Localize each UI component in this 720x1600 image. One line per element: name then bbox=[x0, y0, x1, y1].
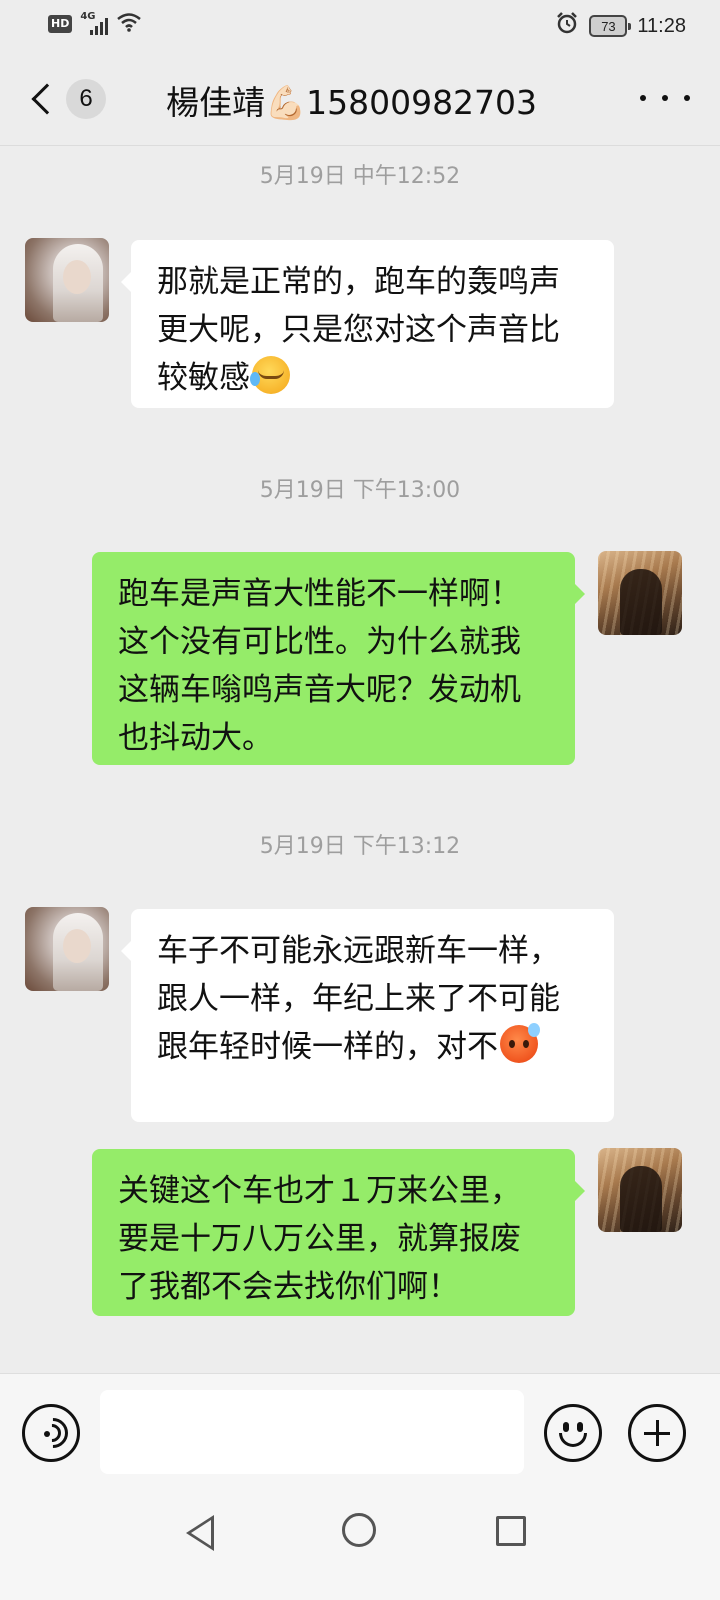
contact-avatar[interactable] bbox=[25, 238, 109, 322]
nav-home-icon[interactable] bbox=[342, 1513, 376, 1547]
message-text: 关键这个车也才１万来公里，要是十万八万公里，就算报废了我都不会去找你们啊！ bbox=[118, 1173, 521, 1305]
chat-title: 楊佳靖💪🏻15800982703 bbox=[166, 83, 538, 122]
voice-input-button[interactable] bbox=[22, 1404, 80, 1462]
emoji-button[interactable] bbox=[544, 1404, 602, 1462]
status-right: 73 11:28 bbox=[555, 11, 686, 41]
message-timestamp: 5月19日 中午12:52 bbox=[259, 164, 461, 189]
more-dots-icon bbox=[640, 95, 646, 101]
my-avatar[interactable] bbox=[598, 1148, 682, 1232]
contact-avatar[interactable] bbox=[25, 907, 109, 991]
my-avatar[interactable] bbox=[598, 551, 682, 635]
chat-header: 6 楊佳靖💪🏻15800982703 bbox=[0, 50, 720, 146]
message-timestamp: 5月19日 下午13:00 bbox=[259, 478, 461, 503]
status-bar: HD 4G 73 11:28 bbox=[0, 0, 720, 50]
back-button[interactable]: 6 bbox=[26, 74, 116, 124]
outgoing-message-bubble[interactable]: 跑车是声音大性能不一样啊！这个没有可比性。为什么就我这辆车嗡鸣声音大呢？发动机也… bbox=[92, 552, 585, 765]
message-input-bar bbox=[0, 1373, 720, 1491]
system-navigation-bar bbox=[0, 1491, 720, 1600]
battery-icon: 73 bbox=[589, 15, 632, 37]
status-left: HD 4G bbox=[48, 11, 142, 36]
hd-badge: HD bbox=[48, 15, 73, 33]
incoming-message-bubble[interactable]: 那就是正常的，跑车的轰鸣声更大呢，只是您对这个声音比较敏感 bbox=[121, 240, 614, 408]
more-functions-button[interactable] bbox=[628, 1404, 686, 1462]
wifi-icon bbox=[116, 12, 142, 36]
signal-icon: 4G bbox=[80, 11, 109, 35]
message-timestamp: 5月19日 下午13:12 bbox=[259, 834, 461, 859]
unread-count-badge: 6 bbox=[66, 79, 106, 119]
message-text: 那就是正常的，跑车的轰鸣声更大呢，只是您对这个声音比较敏感 bbox=[157, 264, 560, 396]
message-text: 跑车是声音大性能不一样啊！这个没有可比性。为什么就我这辆车嗡鸣声音大呢？发动机也… bbox=[118, 576, 521, 756]
incoming-message-bubble[interactable]: 车子不可能永远跟新车一样，跟人一样，年纪上来了不可能跟年轻时候一样的，对不 bbox=[121, 909, 614, 1122]
message-text-input[interactable] bbox=[100, 1390, 524, 1474]
sweating-angry-emoji-icon bbox=[500, 1023, 540, 1063]
alarm-icon bbox=[555, 11, 579, 41]
smiley-icon bbox=[563, 1422, 569, 1432]
crying-laughing-emoji-icon bbox=[250, 356, 290, 394]
nav-recent-apps-icon[interactable] bbox=[496, 1516, 526, 1546]
outgoing-message-bubble[interactable]: 关键这个车也才１万来公里，要是十万八万公里，就算报废了我都不会去找你们啊！ bbox=[92, 1149, 585, 1316]
chevron-left-icon bbox=[31, 83, 63, 115]
clock: 11:28 bbox=[637, 14, 686, 37]
more-options-button[interactable] bbox=[640, 86, 690, 110]
